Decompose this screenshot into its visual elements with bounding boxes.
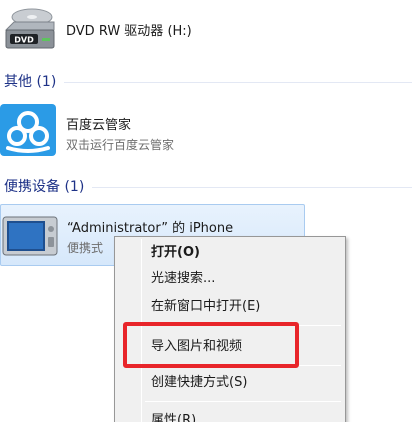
menu-item-open-new-window[interactable]: 在新窗口中打开(E) bbox=[117, 295, 343, 319]
group-divider bbox=[92, 186, 412, 188]
menu-separator bbox=[145, 401, 341, 402]
group-title-portable: 便携设备 (1) bbox=[4, 179, 85, 195]
iphone-device-name: “Administrator” 的 iPhone bbox=[67, 221, 234, 236]
menu-item-create-shortcut[interactable]: 创建快捷方式(S) bbox=[117, 371, 343, 395]
baidu-cloud-icon bbox=[0, 104, 56, 156]
dvd-drive-item[interactable]: DVD DVD RW 驱动器 (H:) bbox=[0, 0, 415, 62]
baidu-cloud-name: 百度云管家 bbox=[66, 118, 132, 133]
dvd-drive-icon: DVD bbox=[4, 8, 55, 49]
menu-item-open[interactable]: 打开(O) bbox=[117, 241, 343, 265]
group-header-other[interactable]: 其他 (1) bbox=[4, 70, 412, 92]
baidu-cloud-description: 双击运行百度云管家 bbox=[66, 138, 175, 152]
svg-text:DVD: DVD bbox=[14, 36, 34, 45]
portable-device-icon bbox=[2, 216, 58, 256]
group-divider bbox=[64, 81, 412, 83]
baidu-cloud-item[interactable]: 百度云管家 双击运行百度云管家 bbox=[0, 100, 415, 160]
group-header-portable[interactable]: 便携设备 (1) bbox=[4, 175, 412, 197]
dvd-drive-label: DVD RW 驱动器 (H:) bbox=[66, 24, 192, 39]
iphone-device-description: 便携式 bbox=[67, 241, 104, 255]
group-title-other: 其他 (1) bbox=[4, 74, 57, 90]
menu-item-search[interactable]: 光速搜索... bbox=[117, 267, 343, 291]
menu-item-properties[interactable]: 属性(R) bbox=[117, 409, 343, 422]
highlight-box bbox=[123, 322, 299, 368]
